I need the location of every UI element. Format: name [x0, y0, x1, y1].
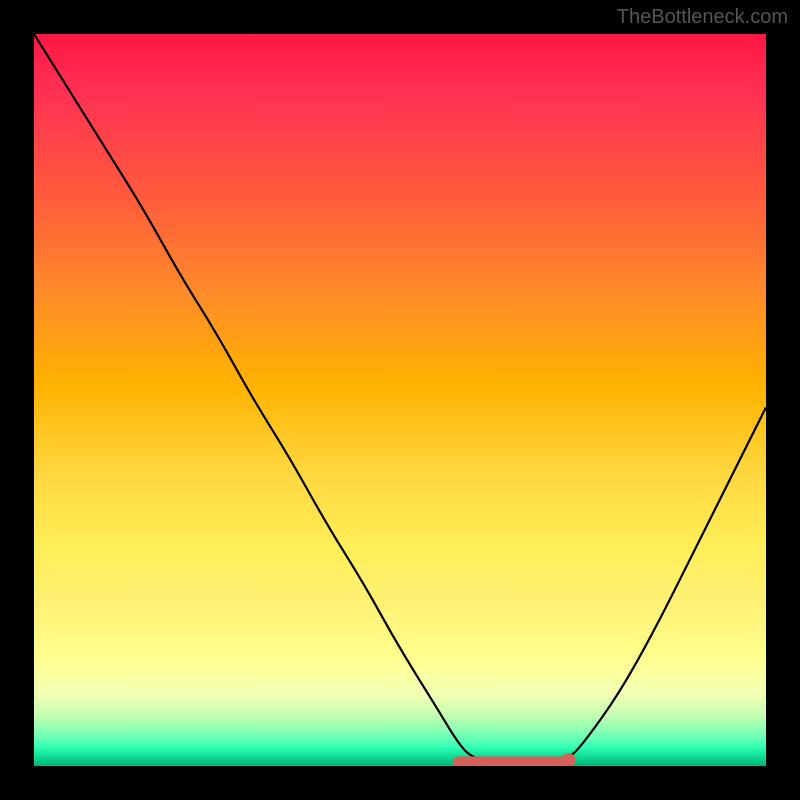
- watermark-text: TheBottleneck.com: [617, 6, 788, 29]
- chart-container: TheBottleneck.com: [0, 0, 800, 800]
- bottleneck-curve: [34, 34, 766, 766]
- curve-svg: [34, 34, 766, 766]
- plot-area: [34, 34, 766, 766]
- optimal-marker: [561, 753, 575, 766]
